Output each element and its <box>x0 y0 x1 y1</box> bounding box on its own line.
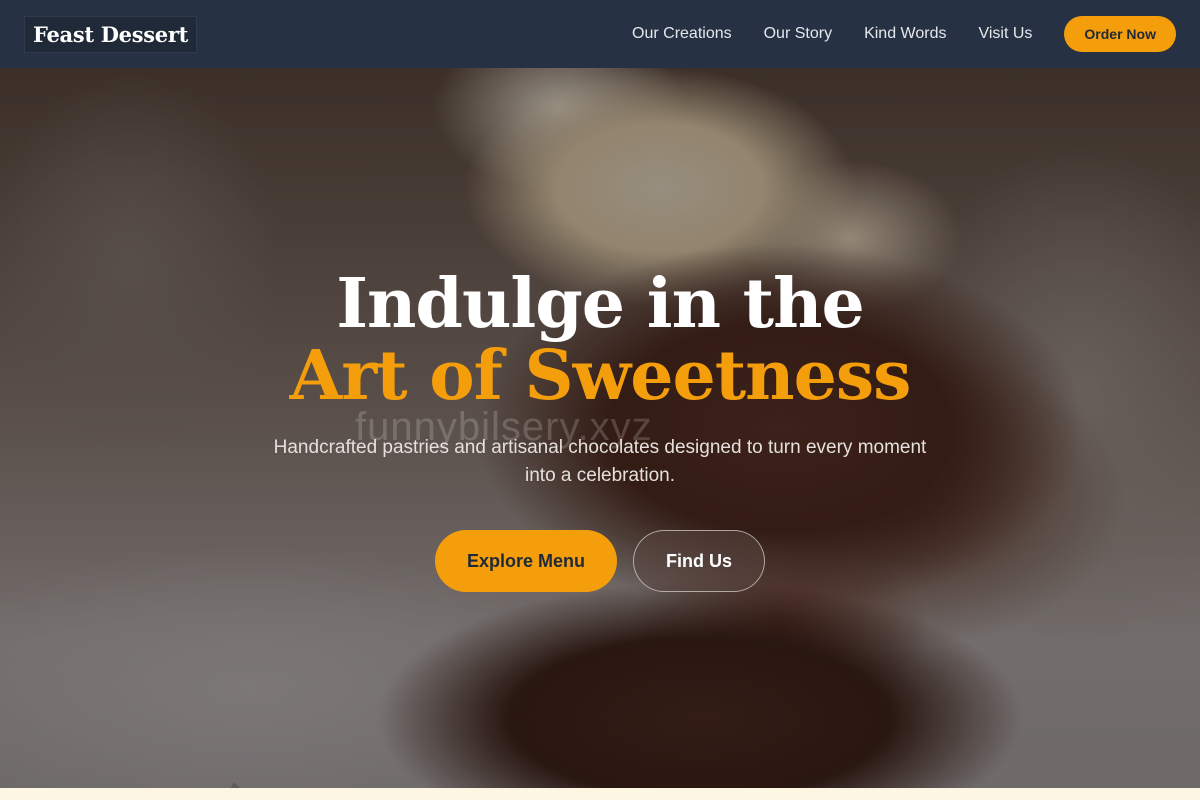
hero-title-line-2: Art of Sweetness <box>289 336 912 416</box>
find-us-button[interactable]: Find Us <box>633 530 766 592</box>
hero-cta-row: Explore Menu Find Us <box>434 530 766 592</box>
top-navbar: Feast Dessert Our Creations Our Story Ki… <box>0 0 1200 68</box>
nav-link-kind-words[interactable]: Kind Words <box>864 25 946 43</box>
nav-link-our-creations[interactable]: Our Creations <box>632 25 732 43</box>
watermark-text: funnybilsery.xyz <box>355 405 653 449</box>
order-now-button[interactable]: Order Now <box>1064 16 1176 52</box>
next-section-edge <box>0 788 1200 800</box>
nav-link-visit-us[interactable]: Visit Us <box>978 25 1032 43</box>
nav-link-our-story[interactable]: Our Story <box>764 25 832 43</box>
hero-section: Indulge in the Art of Sweetness Handcraf… <box>0 68 1200 788</box>
explore-menu-button[interactable]: Explore Menu <box>434 530 618 592</box>
hero-title-line-1: Indulge in the <box>336 264 865 344</box>
nav-links: Our Creations Our Story Kind Words Visit… <box>632 16 1176 52</box>
brand-logo[interactable]: Feast Dessert <box>24 15 198 53</box>
